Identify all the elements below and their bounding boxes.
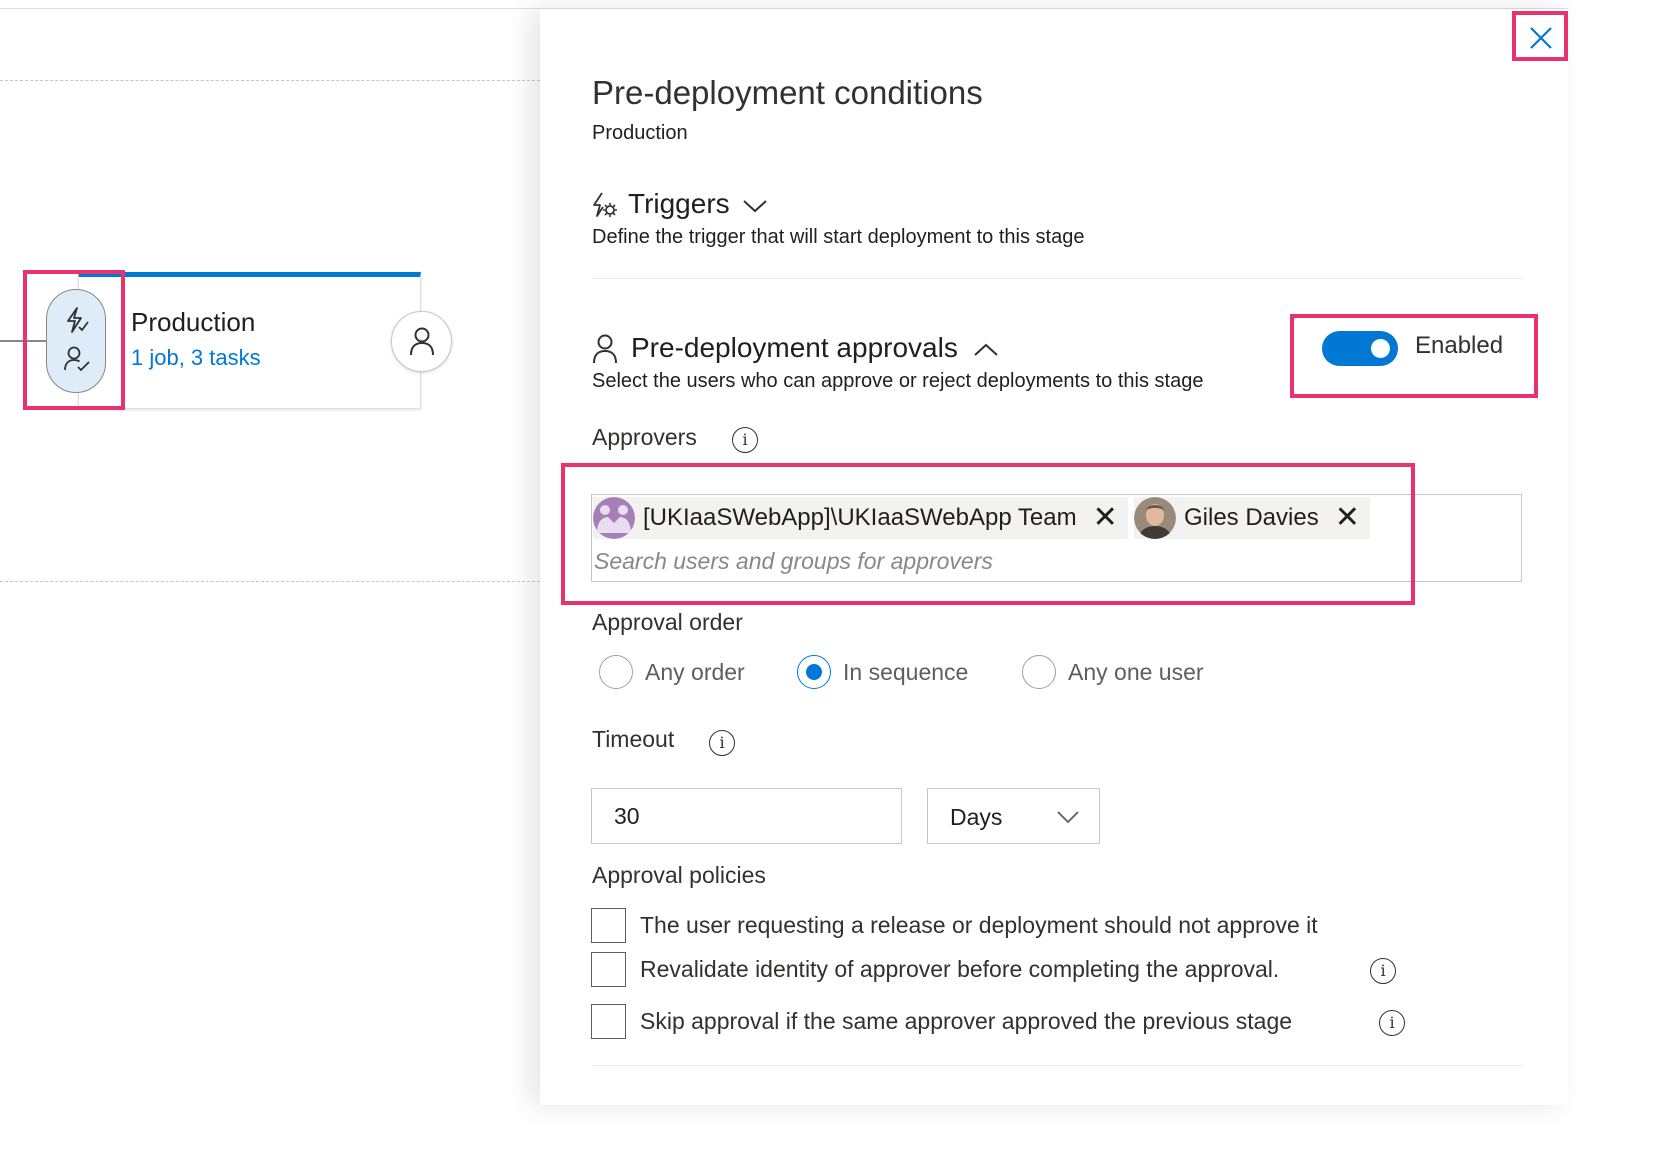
radio-any-order[interactable]: Any order — [599, 655, 745, 689]
post-deployment-conditions-button[interactable] — [391, 311, 452, 372]
approver-check-icon — [64, 346, 90, 372]
radio-circle — [1022, 655, 1056, 689]
timeout-label: Timeout — [592, 726, 675, 752]
stage-jobs-link[interactable]: 1 job, 3 tasks — [131, 345, 261, 371]
person-icon — [410, 327, 434, 356]
section-divider — [592, 1065, 1522, 1066]
policy-label: Revalidate identity of approver before c… — [640, 956, 1280, 982]
policy-label: Skip approval if the same approver appro… — [640, 1008, 1293, 1034]
approvals-description: Select the users who can approve or reje… — [592, 370, 1204, 392]
approver-name: Giles Davies — [1184, 504, 1319, 531]
close-button[interactable] — [1523, 20, 1559, 56]
chevron-down-icon — [1057, 811, 1079, 824]
chevron-up-icon[interactable] — [973, 342, 999, 358]
close-icon — [1530, 27, 1552, 49]
timeout-input[interactable] — [591, 788, 902, 844]
radio-label: Any order — [645, 658, 745, 685]
radio-circle — [599, 655, 633, 689]
approvals-title[interactable]: Pre-deployment approvals — [631, 332, 958, 364]
policy-checkbox[interactable] — [591, 1004, 626, 1039]
trigger-icon — [67, 307, 89, 333]
radio-label: Any one user — [1068, 658, 1204, 685]
timeout-unit-select[interactable]: Days — [927, 788, 1100, 844]
toggle-label: Enabled — [1415, 332, 1504, 359]
radio-in-sequence[interactable]: In sequence — [797, 655, 968, 689]
approver-chip[interactable]: Giles Davies ✕ — [1134, 497, 1370, 539]
trigger-gear-icon — [593, 192, 617, 217]
policy-checkbox[interactable] — [591, 908, 626, 943]
triggers-title[interactable]: Triggers — [628, 188, 730, 220]
pipeline-canvas — [0, 9, 540, 1105]
remove-approver-icon[interactable]: ✕ — [1335, 503, 1360, 533]
stage-connector — [0, 340, 48, 342]
policy-checkbox[interactable] — [591, 952, 626, 987]
user-avatar — [1134, 497, 1176, 539]
canvas-divider — [0, 80, 540, 81]
triggers-description: Define the trigger that will start deplo… — [592, 226, 1085, 248]
policy-row: Revalidate identity of approver before c… — [591, 952, 1279, 987]
canvas-divider — [0, 581, 540, 582]
approval-policies-label: Approval policies — [592, 862, 766, 888]
policy-row: Skip approval if the same approver appro… — [591, 1004, 1292, 1039]
approver-search-input[interactable] — [594, 544, 1394, 578]
group-avatar — [593, 497, 635, 539]
info-icon[interactable]: i — [1370, 958, 1396, 984]
policy-label: The user requesting a release or deploym… — [640, 912, 1318, 938]
approver-name: [UKIaaSWebApp]\UKIaaSWebApp Team — [643, 504, 1077, 531]
remove-approver-icon[interactable]: ✕ — [1093, 503, 1118, 533]
pre-deployment-conditions-button[interactable] — [46, 289, 106, 393]
info-icon[interactable]: i — [709, 730, 735, 756]
timeout-unit-value: Days — [950, 804, 1003, 830]
approval-order-label: Approval order — [592, 609, 743, 635]
toggle-knob — [1371, 339, 1390, 358]
radio-any-one-user[interactable]: Any one user — [1022, 655, 1204, 689]
chevron-down-icon[interactable] — [742, 198, 768, 214]
stage-name[interactable]: Production — [131, 307, 255, 338]
approvals-toggle[interactable] — [1322, 331, 1398, 366]
radio-label: In sequence — [843, 658, 969, 685]
panel-title: Pre-deployment conditions — [592, 74, 983, 111]
panel-subtitle: Production — [592, 122, 688, 144]
stage-card[interactable] — [78, 272, 421, 409]
approvers-label: Approvers — [592, 424, 697, 450]
person-icon — [593, 334, 617, 364]
radio-circle-selected — [797, 655, 831, 689]
section-divider — [592, 278, 1522, 279]
approver-chip[interactable]: [UKIaaSWebApp]\UKIaaSWebApp Team ✕ — [593, 497, 1128, 539]
policy-row: The user requesting a release or deploym… — [591, 908, 1318, 943]
info-icon[interactable]: i — [1379, 1010, 1405, 1036]
info-icon[interactable]: i — [732, 427, 758, 453]
